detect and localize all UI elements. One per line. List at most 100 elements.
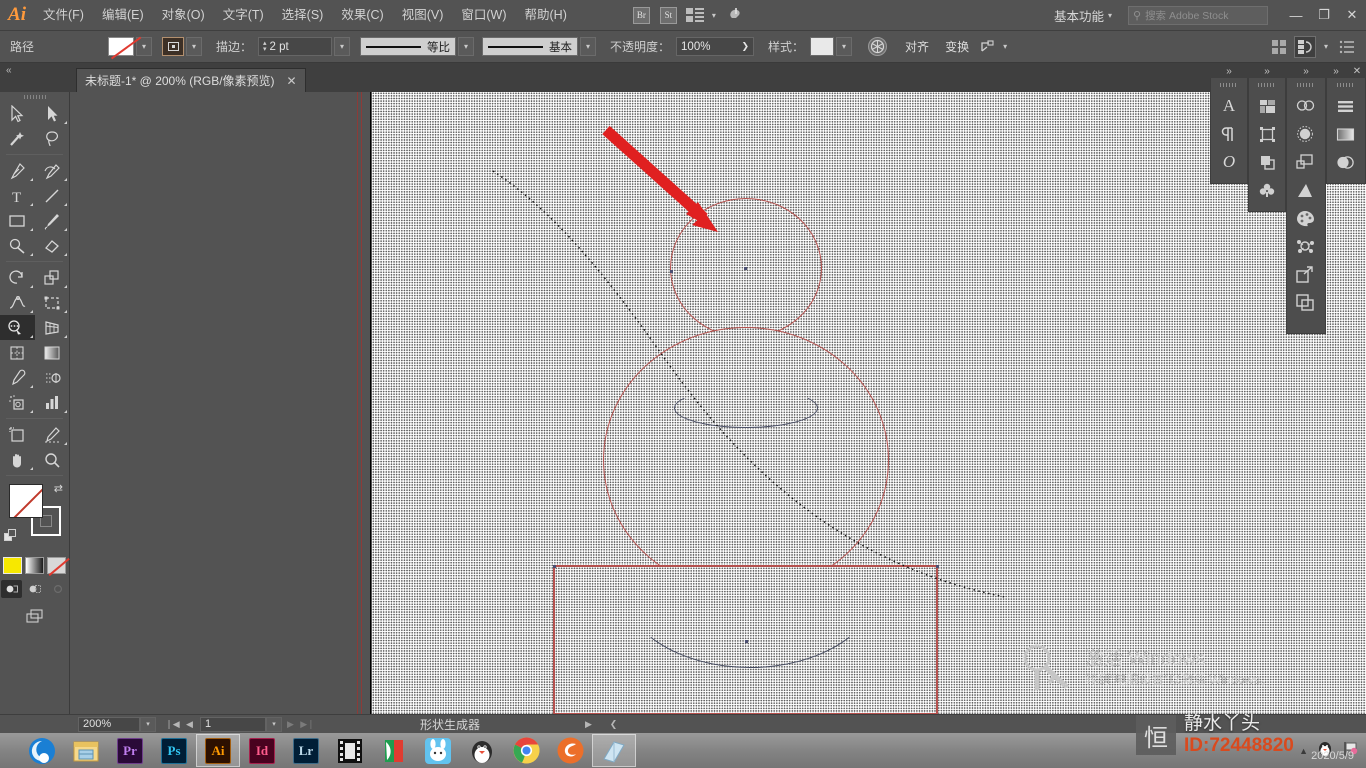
menu-view[interactable]: 视图(V)	[393, 0, 453, 31]
pen-tool[interactable]	[0, 158, 35, 183]
libraries-panel-icon[interactable]	[1287, 92, 1323, 120]
status-prev-icon[interactable]: ❮	[605, 717, 622, 732]
menu-window[interactable]: 窗口(W)	[452, 0, 515, 31]
perspective-grid-tool[interactable]	[35, 315, 70, 340]
style-chevron-down-icon[interactable]: ▾	[836, 37, 853, 56]
document-tab[interactable]: 未标题-1* @ 200% (RGB/像素预览) ✕	[76, 68, 306, 92]
artboard-number-input[interactable]: 1	[200, 716, 266, 732]
first-artboard-button[interactable]: ❘◀	[164, 717, 181, 732]
gradient-tool[interactable]	[35, 340, 70, 365]
draw-behind-button[interactable]	[24, 580, 45, 598]
taskbar-chrome[interactable]	[504, 734, 548, 767]
free-transform-tool[interactable]	[35, 290, 70, 315]
draw-normal-button[interactable]	[1, 580, 22, 598]
brush-chevron-down-icon[interactable]: ▾	[580, 37, 597, 56]
menu-object[interactable]: 对象(O)	[153, 0, 214, 31]
taskbar-notepad[interactable]	[592, 734, 636, 767]
appearance-panel-icon[interactable]	[1287, 288, 1323, 316]
close-button[interactable]: ✕	[1338, 0, 1366, 31]
stroke-weight-input[interactable]: ▴ ▾ 2 pt	[258, 37, 333, 56]
taskbar-file-explorer[interactable]	[64, 734, 108, 767]
color-swatch-button[interactable]	[3, 557, 22, 574]
tray-show-hidden-icons[interactable]: ▲	[1299, 746, 1308, 756]
links-panel-icon[interactable]	[1287, 260, 1323, 288]
color-panel-icon[interactable]	[1287, 204, 1323, 232]
fill-swatch-large[interactable]	[9, 484, 43, 518]
taskbar-premiere[interactable]: Pr	[108, 734, 152, 767]
toolbar-grip[interactable]	[0, 92, 69, 101]
status-next-icon[interactable]: ▶	[580, 717, 597, 732]
stroke-color-swatch[interactable]	[162, 37, 184, 56]
stock-power-icon[interactable]	[726, 5, 746, 25]
width-tool[interactable]	[0, 290, 35, 315]
opacity-expand-icon[interactable]: ❯	[741, 41, 749, 52]
dock-arrows-b[interactable]: »	[1248, 64, 1286, 78]
opacity-input[interactable]: 100% ❯	[676, 37, 755, 56]
next-artboard-button[interactable]: ▶	[282, 717, 299, 732]
taskbar-photoshop[interactable]: Ps	[152, 734, 196, 767]
direct-selection-tool[interactable]	[35, 101, 70, 126]
graphic-style-swatch[interactable]	[810, 37, 835, 56]
stroke-stepper-icon[interactable]: ▴ ▾	[263, 40, 267, 53]
close-icon[interactable]: ✕	[287, 74, 297, 88]
scale-tool[interactable]	[35, 265, 70, 290]
magic-wand-tool[interactable]	[0, 126, 35, 151]
gradient-swatch-button[interactable]	[25, 557, 44, 574]
taskbar-video-editor[interactable]	[328, 734, 372, 767]
gradient-bar-panel-icon[interactable]	[1327, 120, 1363, 148]
rectangle-tool[interactable]	[0, 208, 35, 233]
variable-width-profile-select[interactable]: 等比	[360, 37, 457, 56]
taskbar-wps[interactable]	[372, 734, 416, 767]
tray-flag-icon[interactable]	[1342, 740, 1360, 761]
line-segment-tool[interactable]	[35, 183, 70, 208]
dock-arrows-c[interactable]: »	[1286, 64, 1326, 78]
taskbar-rabbit-app[interactable]	[416, 734, 460, 767]
menu-type[interactable]: 文字(T)	[214, 0, 273, 31]
screen-mode-button[interactable]	[0, 608, 69, 626]
tray-qq-icon[interactable]	[1316, 740, 1334, 761]
dock-grip-b[interactable]	[1249, 78, 1285, 92]
draw-inside-button[interactable]	[47, 580, 68, 598]
curvature-tool[interactable]	[35, 158, 70, 183]
pathfinder-panel-icon[interactable]	[1249, 148, 1285, 176]
color-guide-panel-icon[interactable]	[1287, 232, 1323, 260]
artboards-panel-icon[interactable]	[1249, 92, 1285, 120]
recolor-artwork-icon[interactable]	[868, 37, 888, 56]
lasso-tool[interactable]	[35, 126, 70, 151]
taskbar-lightroom[interactable]: Lr	[284, 734, 328, 767]
symbols-panel-icon[interactable]	[1249, 176, 1285, 204]
minimize-button[interactable]: —	[1282, 0, 1310, 31]
eyedropper-tool[interactable]	[0, 365, 35, 390]
transparency-panel-icon[interactable]	[1327, 148, 1363, 176]
hand-tool[interactable]	[0, 447, 35, 472]
align-panel-icon[interactable]	[1327, 92, 1363, 120]
swap-fill-stroke-icon[interactable]: ⇄	[54, 482, 63, 495]
rotate-tool[interactable]	[0, 265, 35, 290]
taskbar-qq[interactable]	[460, 734, 504, 767]
zoom-chevron-down-icon[interactable]: ▾	[140, 716, 156, 732]
menu-file[interactable]: 文件(F)	[34, 0, 93, 31]
arrange-chevron-down-icon[interactable]: ▾	[712, 11, 716, 20]
arrange-grid-icon[interactable]	[1268, 36, 1290, 58]
bridge-icon[interactable]: Br	[632, 6, 650, 24]
dock-arrows-d[interactable]: »	[1324, 64, 1348, 78]
maximize-button[interactable]: ❐	[1310, 0, 1338, 31]
stroke-chevron-down-icon[interactable]: ▾	[186, 37, 202, 56]
document-setup-chevron-down-icon[interactable]: ▾	[1324, 42, 1328, 51]
workspace-chevron-down-icon[interactable]: ▾	[1108, 11, 1112, 20]
dock-grip-d[interactable]	[1327, 78, 1365, 92]
dock-arrows-a[interactable]: »	[1210, 64, 1248, 78]
stock-icon[interactable]: St	[659, 6, 677, 24]
opentype-panel-icon[interactable]: O	[1211, 148, 1247, 176]
shaper-tool[interactable]	[0, 233, 35, 258]
slice-tool[interactable]	[35, 422, 70, 447]
last-artboard-button[interactable]: ▶❘	[299, 717, 316, 732]
profile-chevron-down-icon[interactable]: ▾	[458, 37, 475, 56]
dock-close-icon[interactable]: ✕	[1348, 64, 1366, 78]
layers-panel-icon[interactable]	[1287, 148, 1323, 176]
taskbar-firefox[interactable]	[548, 734, 592, 767]
character-panel-icon[interactable]: A	[1211, 92, 1247, 120]
stock-search-input[interactable]: ⚲ 搜索 Adobe Stock	[1128, 5, 1268, 25]
zoom-level-input[interactable]: 200%	[78, 716, 140, 732]
symbol-sprayer-tool[interactable]	[0, 390, 35, 415]
